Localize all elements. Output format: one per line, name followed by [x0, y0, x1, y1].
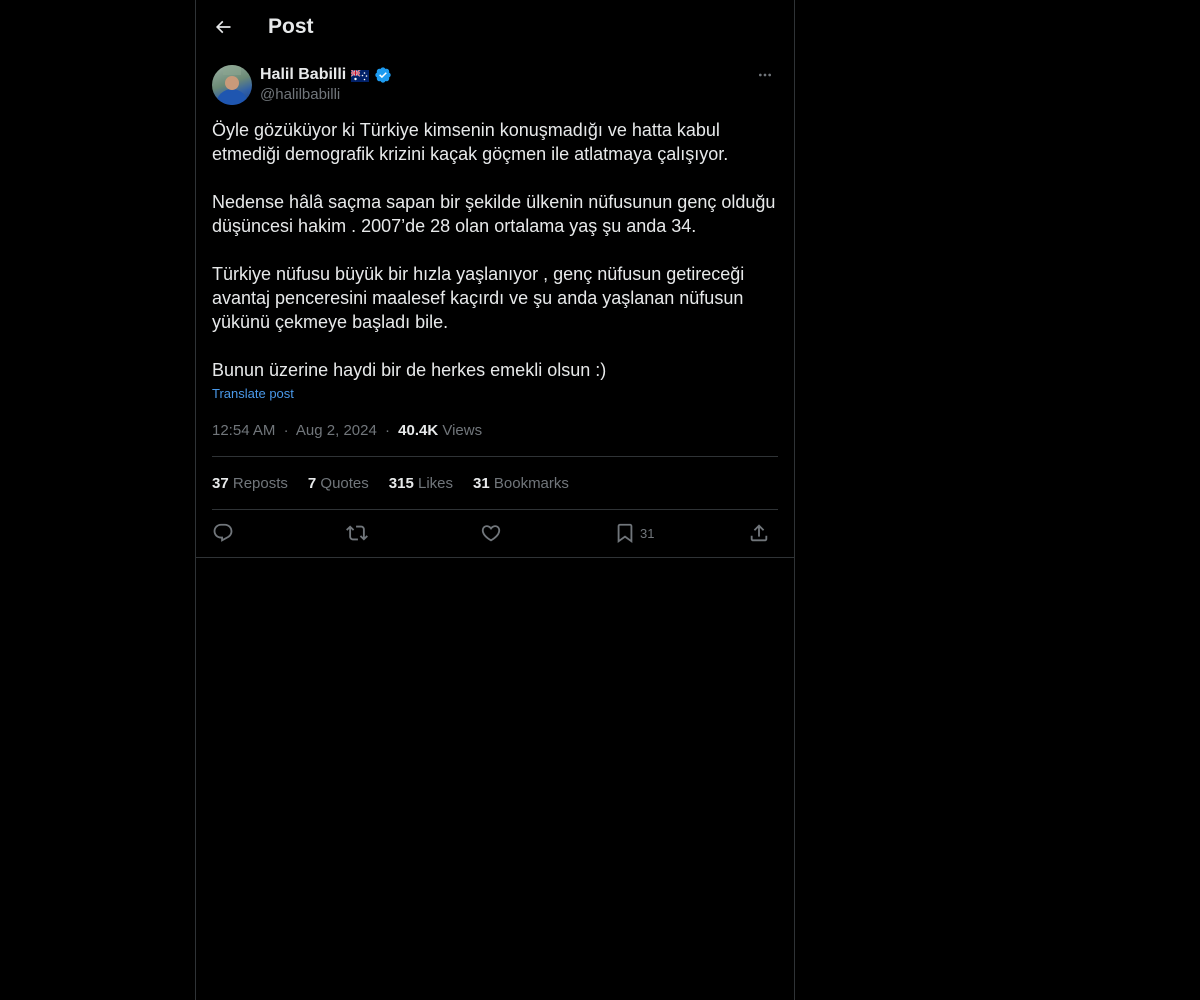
reposts-count: 37 [212, 475, 229, 492]
views-label: Views [442, 422, 483, 439]
heart-icon [481, 525, 501, 542]
page-title: Post [268, 15, 314, 38]
more-horizontal-icon [759, 73, 771, 77]
avatar[interactable] [212, 65, 252, 105]
action-bar: 31 [212, 520, 778, 546]
author-name[interactable]: Halil Babilli [260, 66, 392, 84]
repost-icon [346, 525, 368, 541]
australia-flag-icon [350, 69, 370, 82]
like-button[interactable] [480, 520, 502, 546]
likes-stat[interactable]: 315 Likes [389, 474, 453, 494]
repost-button[interactable] [346, 520, 368, 546]
likes-count: 315 [388, 475, 414, 492]
author-handle[interactable]: @halilbabilli [260, 86, 340, 103]
share-button[interactable] [748, 520, 770, 546]
post-paragraph: Türkiye nüfusu büyük bir hızla yaşlanıyo… [212, 264, 745, 332]
post-paragraph: Nedense hâlâ saçma sapan bir şekilde ülk… [212, 192, 776, 236]
quotes-label: Quotes [320, 475, 369, 492]
post-column: Post Halil Babilli @halilbabilli Öyle gö… [195, 0, 795, 1000]
divider [196, 557, 794, 558]
likes-label: Likes [417, 475, 454, 492]
arrow-left-icon [215, 20, 231, 34]
quotes-count: 7 [307, 475, 317, 492]
reposts-stat[interactable]: 37 Reposts [212, 474, 288, 494]
reposts-label: Reposts [232, 475, 288, 492]
views-count: 40.4K [398, 422, 439, 439]
post-paragraph: Bunun üzerine haydi bir de herkes emekli… [212, 360, 607, 380]
post-stats: 37 Reposts 7 Quotes 315 Likes 31 Bookmar… [212, 474, 569, 494]
bookmarks-count: 31 [473, 475, 490, 492]
post-text: Öyle gözüküyor ki Türkiye kimsenin konuş… [212, 118, 778, 382]
author-name-text: Halil Babilli [260, 66, 347, 83]
author-row: Halil Babilli @halilbabilli [212, 64, 778, 108]
more-options-button[interactable] [752, 64, 778, 86]
post-time[interactable]: 12:54 AM [212, 422, 275, 439]
verified-badge-icon [375, 67, 391, 83]
page-header: Post [196, 0, 794, 54]
post-meta: 12:54 AM · Aug 2, 2024 · 40.4K Views [212, 421, 482, 441]
bookmark-icon [617, 523, 633, 544]
post-date[interactable]: Aug 2, 2024 [296, 422, 377, 439]
reply-button[interactable] [212, 520, 234, 546]
share-icon [750, 524, 768, 542]
bookmark-button[interactable]: 31 [614, 520, 654, 546]
divider [212, 509, 778, 510]
post-paragraph: Öyle gözüküyor ki Türkiye kimsenin konuş… [212, 120, 729, 164]
translate-post-link[interactable]: Translate post [212, 386, 294, 401]
meta-separator: · [384, 422, 390, 439]
bookmark-count: 31 [640, 525, 655, 541]
divider [212, 456, 778, 457]
reply-icon [213, 523, 233, 542]
bookmarks-stat[interactable]: 31 Bookmarks [473, 474, 569, 494]
back-button[interactable] [206, 10, 240, 44]
meta-separator: · [283, 422, 289, 439]
bookmarks-label: Bookmarks [493, 475, 569, 492]
quotes-stat[interactable]: 7 Quotes [308, 474, 369, 494]
